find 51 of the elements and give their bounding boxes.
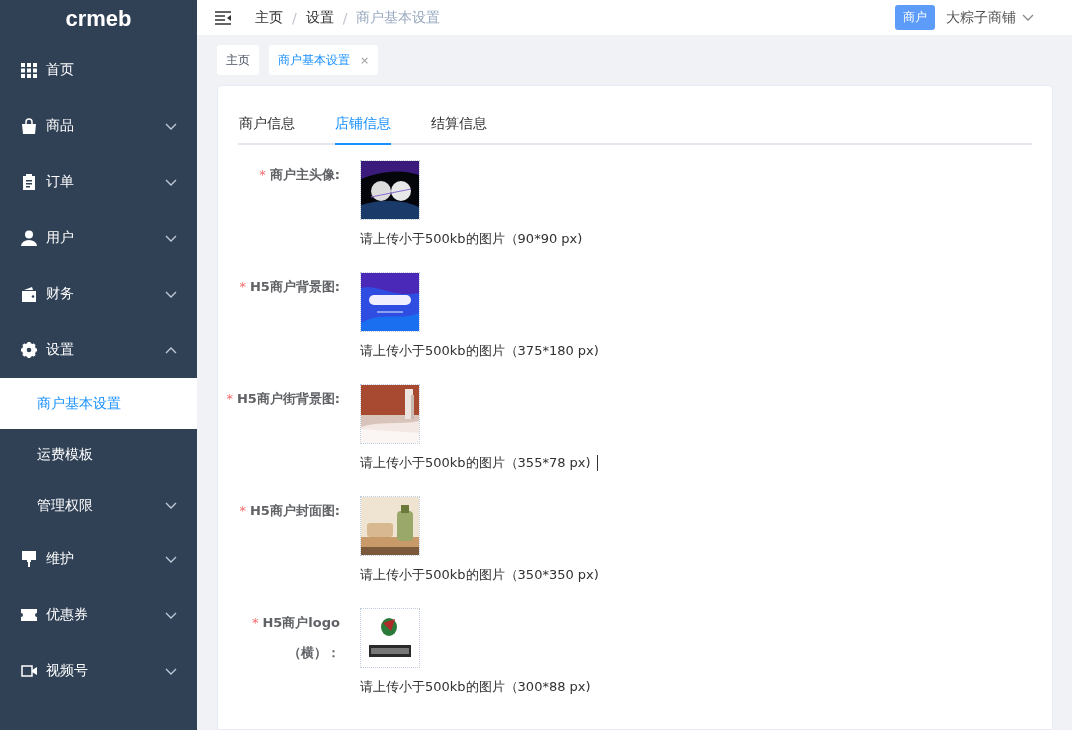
field-label: H5商户背景图:	[249, 279, 340, 294]
menu-item[interactable]: 用户	[0, 210, 197, 266]
tab[interactable]: 结算信息	[431, 108, 487, 145]
chevron-icon	[1022, 13, 1034, 22]
user-icon	[21, 230, 37, 246]
field-label: 商户主头像:	[269, 167, 340, 182]
menu-item[interactable]: 视频号	[0, 643, 197, 699]
required-mark: *	[251, 615, 259, 630]
menu-item[interactable]: 商品	[0, 98, 197, 154]
hint-text: 请上传小于500kb的图片（375*180 px)	[360, 342, 599, 360]
hint-text: 请上传小于500kb的图片（350*350 px)	[360, 566, 599, 584]
required-mark: *	[239, 503, 246, 518]
role-badge: 商户	[895, 5, 935, 30]
hint-text: 请上传小于500kb的图片（355*78 px)	[360, 454, 591, 472]
menu-icon[interactable]	[215, 10, 231, 25]
hint-text: 请上传小于500kb的图片（300*88 px)	[360, 678, 591, 696]
menu-item[interactable]: 财务	[0, 266, 197, 322]
required-mark: *	[239, 279, 246, 294]
menu-item[interactable]: 设置	[0, 322, 197, 378]
image-upload[interactable]	[360, 160, 420, 220]
clipboard-icon	[21, 174, 37, 190]
wallet-icon	[21, 286, 37, 302]
grid-icon	[21, 62, 37, 78]
submenu-item[interactable]: 运费模板	[0, 429, 197, 480]
field-label: H5商户街背景图:	[236, 391, 340, 406]
breadcrumb-separator: /	[292, 9, 297, 26]
menu-item[interactable]: 订单	[0, 154, 197, 210]
field-label: H5商户封面图:	[249, 503, 340, 518]
breadcrumb-link[interactable]: 设置	[305, 8, 334, 27]
tab[interactable]: 商户信息	[239, 108, 295, 145]
shopping-bag-icon	[21, 118, 37, 134]
required-mark: *	[226, 391, 233, 406]
submenu-item[interactable]: 管理权限	[0, 480, 197, 531]
store-dropdown[interactable]: 大粽子商铺	[946, 8, 1034, 27]
image-upload[interactable]	[360, 496, 420, 556]
image-upload[interactable]	[360, 608, 420, 668]
hint-text: 请上传小于500kb的图片（90*90 px)	[360, 230, 583, 248]
menu-item[interactable]: 首页	[0, 42, 197, 98]
settings-icon	[21, 342, 37, 358]
breadcrumb-separator: /	[342, 9, 348, 26]
menu-item[interactable]: 优惠券	[0, 587, 197, 643]
breadcrumb-link[interactable]: 主页	[255, 8, 283, 27]
field-label: H5商户logo（横）：	[262, 615, 340, 660]
page-tab[interactable]: 主页	[217, 45, 259, 75]
menu-item[interactable]: 维护	[0, 531, 197, 587]
required-mark: *	[259, 167, 266, 182]
logo: crmeb	[64, 5, 133, 33]
paint-roller-icon	[21, 551, 37, 567]
video-camera-icon	[21, 663, 37, 679]
ticket-icon	[21, 607, 37, 623]
image-upload[interactable]	[360, 272, 420, 332]
